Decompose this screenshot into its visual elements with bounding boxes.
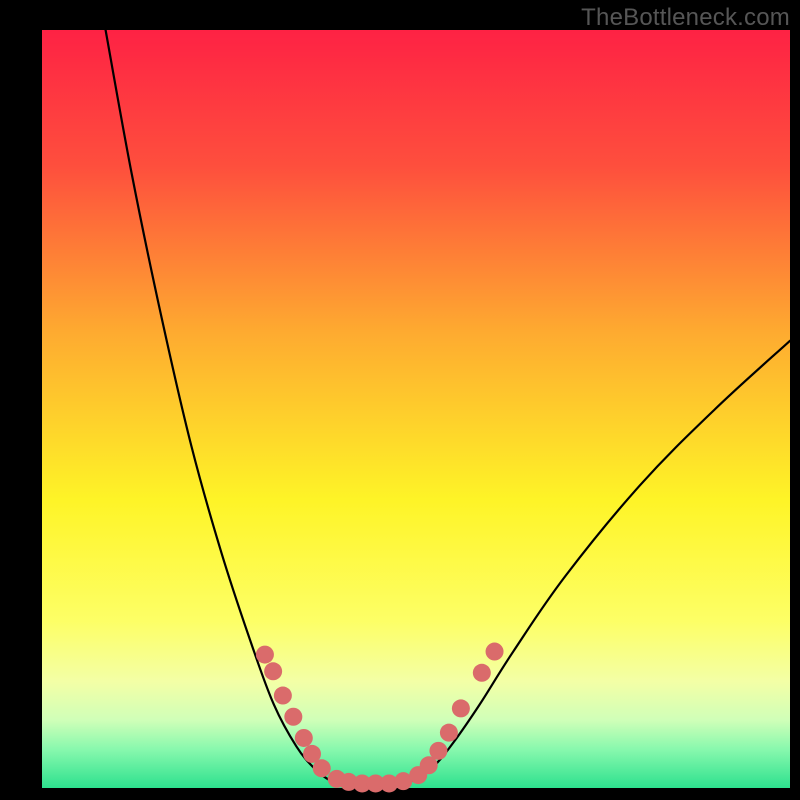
- chart-frame: TheBottleneck.com: [0, 0, 800, 800]
- chart-canvas: [0, 0, 800, 800]
- marker-dot: [264, 662, 282, 680]
- marker-dot: [284, 708, 302, 726]
- plot-background: [42, 30, 790, 788]
- marker-dot: [295, 729, 313, 747]
- watermark-text: TheBottleneck.com: [581, 4, 790, 32]
- marker-dot: [274, 687, 292, 705]
- marker-dot: [440, 724, 458, 742]
- marker-dot: [256, 646, 274, 664]
- marker-dot: [473, 664, 491, 682]
- marker-dot: [429, 742, 447, 760]
- marker-dot: [452, 699, 470, 717]
- marker-dot: [313, 759, 331, 777]
- marker-dot: [486, 643, 504, 661]
